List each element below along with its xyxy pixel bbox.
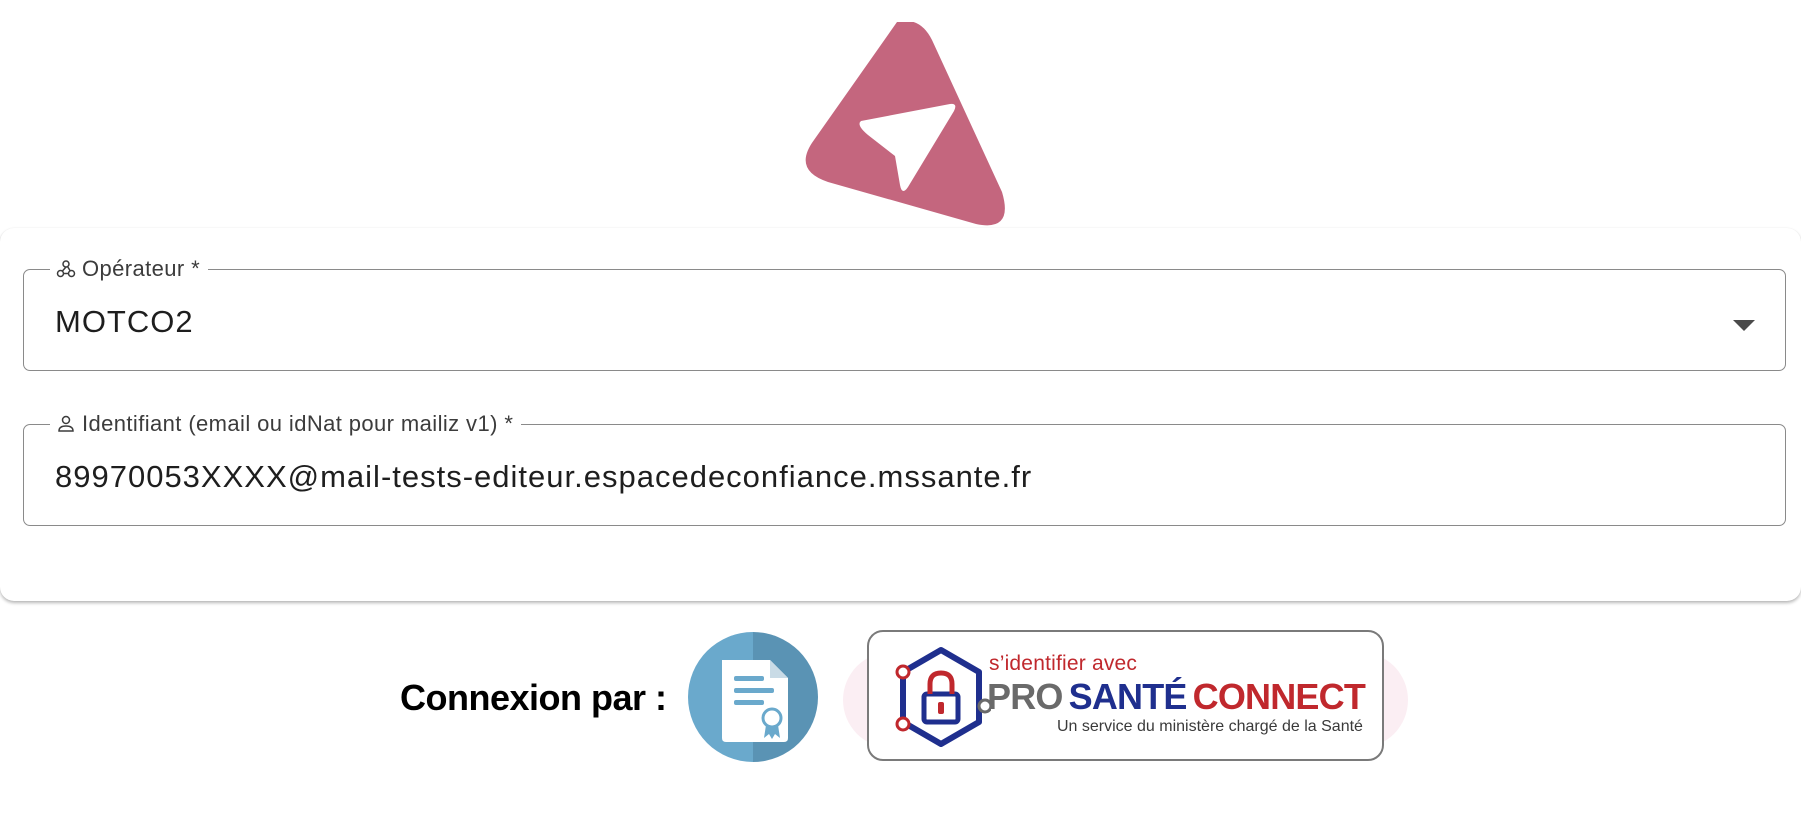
connexion-label: Connexion par : [400,677,667,718]
identifier-value[interactable]: 89970053XXXX@mail-tests-editeur.espacede… [55,459,1032,495]
psc-brand-sante: SANTÉ [1068,676,1188,717]
certificate-login-button[interactable] [688,632,818,762]
person-icon [58,415,74,432]
psc-tagline: s’identifier avec [989,652,1138,675]
pro-sante-connect-button[interactable]: s’identifier avec PRO SANTÉ CONNECT Un ser… [867,630,1384,761]
app-logo [805,22,1005,226]
login-form-card: Opérateur * MOTCO2 Identifiant (email ou… [0,228,1801,601]
identifier-label: Identifiant (email ou idNat pour mailiz … [50,413,521,435]
psc-brand-pro: PRO [987,676,1063,717]
psc-subtitle: Un service du ministère chargé de la San… [1057,718,1363,735]
operator-value: MOTCO2 [55,304,194,339]
operator-select[interactable]: Opérateur * MOTCO2 [23,258,1786,371]
psc-brand: PRO SANTÉ CONNECT [987,676,1366,718]
chevron-down-icon[interactable] [1733,320,1755,331]
login-page: Opérateur * MOTCO2 Identifiant (email ou… [0,0,1801,822]
webhook-icon [56,260,76,278]
identifier-field[interactable]: Identifiant (email ou idNat pour mailiz … [23,413,1786,526]
login-options-row: Connexion par : s’identifier avec PRO SA… [0,630,1801,765]
padlock-icon [895,647,991,747]
psc-brand-connect: CONNECT [1192,676,1366,717]
identifier-label-text: Identifiant (email ou idNat pour mailiz … [82,411,514,436]
operator-label: Opérateur * [50,258,208,280]
certificate-icon [688,632,818,762]
operator-label-text: Opérateur * [82,256,201,281]
